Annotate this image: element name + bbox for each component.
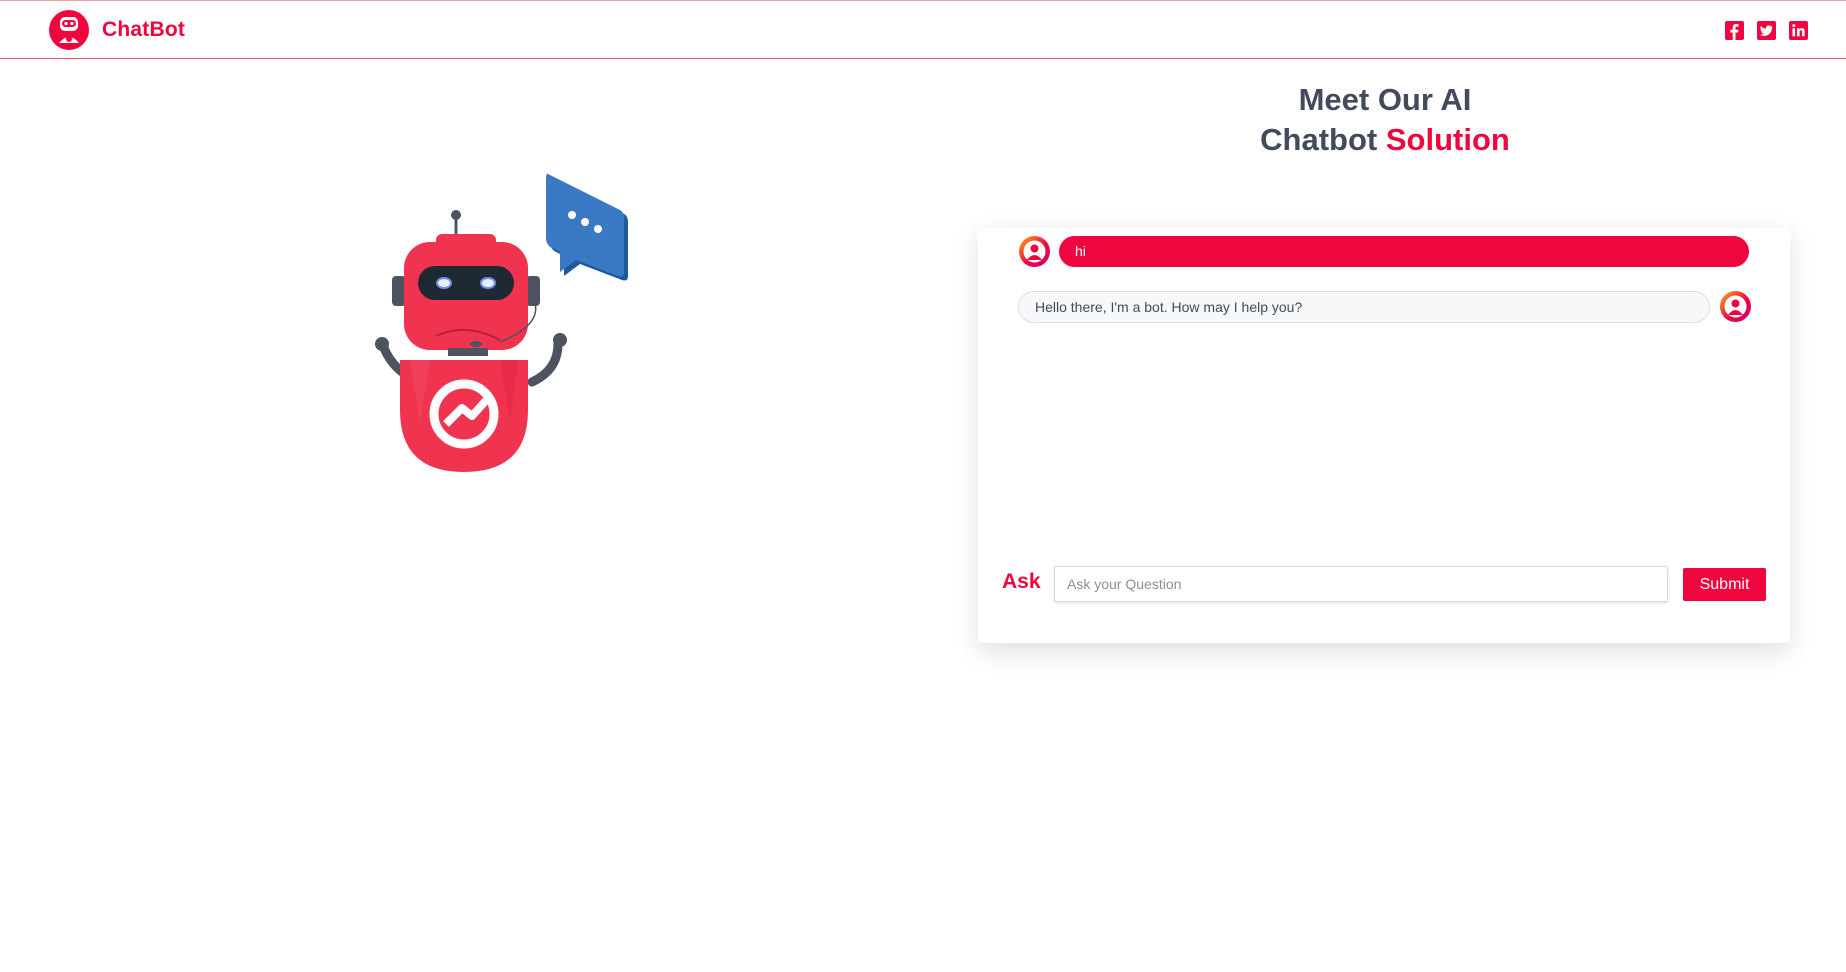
hero-title: Meet Our AI Chatbot Solution [1060, 80, 1710, 160]
linkedin-icon[interactable] [1789, 21, 1808, 40]
brand[interactable]: ChatBot [48, 10, 185, 50]
hero-line-2: Chatbot Solution [1060, 120, 1710, 160]
robot-logo-icon [49, 10, 89, 50]
chat-card: hi Hello there, I'm a bot. How may I hel… [978, 228, 1790, 643]
social-links [1725, 21, 1808, 40]
hero-line-2-accent: Solution [1385, 122, 1510, 157]
facebook-icon[interactable] [1725, 21, 1744, 40]
bot-avatar-icon [1720, 291, 1751, 322]
hero-line-2-plain: Chatbot [1260, 122, 1378, 157]
top-navbar: ChatBot [0, 0, 1846, 59]
submit-button[interactable]: Submit [1683, 568, 1766, 601]
brand-name: ChatBot [102, 18, 186, 41]
question-input[interactable] [1054, 566, 1668, 602]
speech-bubble-icon [546, 173, 628, 281]
robot-illustration [375, 173, 628, 472]
hero-line-1: Meet Our AI [1298, 82, 1472, 117]
user-message-bubble: hi [1059, 236, 1749, 267]
ask-label: Ask [1002, 570, 1041, 593]
twitter-icon[interactable] [1757, 21, 1776, 40]
bot-message-bubble: Hello there, I'm a bot. How may I help y… [1018, 291, 1710, 323]
user-avatar-icon [1019, 236, 1050, 267]
